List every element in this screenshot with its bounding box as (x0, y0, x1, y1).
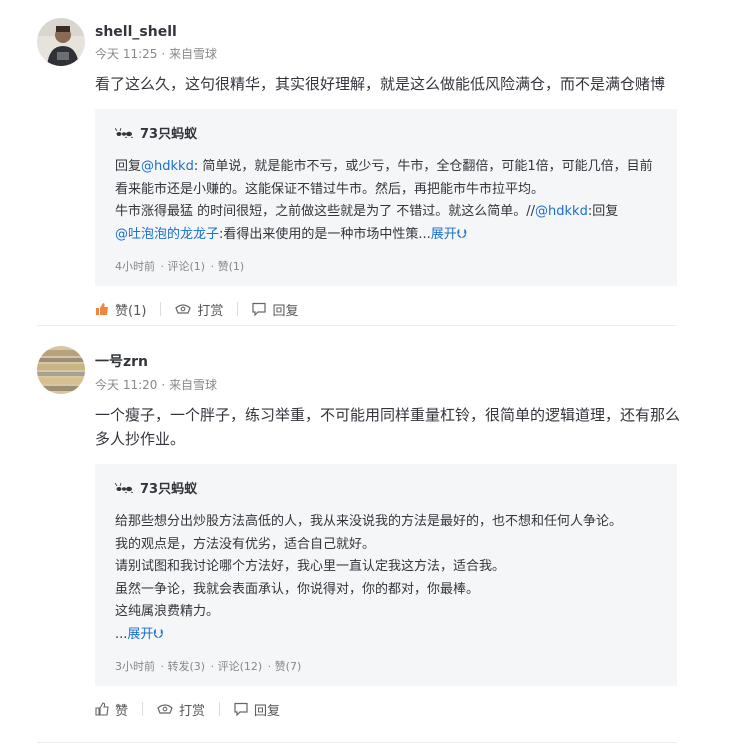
post-actions: 赞(1) 打赏 回复 (95, 299, 740, 319)
quote-reposts[interactable]: · 转发(3) (161, 660, 206, 673)
quote-body: 回复@hdkkd: 简单说，就是能市不亏，或少亏，牛市，全仓翻倍，可能1倍，可能… (115, 156, 655, 246)
post-time: 今天 11:20 (95, 378, 158, 392)
post-2: 一号zrn 今天 11:20 · 来自雪球 一个瘦子，一个胖子，练习举重，不可能用… (0, 343, 740, 719)
expand-link[interactable]: 展开⮋ (431, 227, 467, 242)
expand-label: 展开 (430, 226, 457, 242)
expand-label: 展开 (127, 626, 154, 642)
mention-link[interactable]: @吐泡泡的龙龙子 (115, 227, 219, 242)
divider (219, 702, 221, 716)
quoted-post[interactable]: 73只蚂蚁 回复@hdkkd: 简单说，就是能市不亏，或少亏，牛市，全仓翻倍，可… (95, 109, 677, 286)
reward-button[interactable]: 打赏 (157, 700, 205, 719)
thumbs-up-icon (96, 303, 108, 315)
post-meta: 今天 11:25 · 来自雪球 (95, 45, 740, 62)
ellipsis: ... (115, 626, 128, 642)
quote-likes[interactable]: · 赞(1) (211, 260, 245, 273)
quote-likes[interactable]: · 赞(7) (268, 660, 302, 673)
quote-comments[interactable]: · 评论(12) (211, 660, 263, 673)
post-1: shell_shell 今天 11:25 · 来自雪球 看了这么久，这句很精华，其… (0, 16, 740, 319)
quote-comments[interactable]: · 评论(1) (161, 260, 206, 273)
quote-text: :回复 (587, 204, 619, 219)
reward-label: 打赏 (197, 303, 224, 319)
reply-label: 回复 (272, 303, 299, 319)
quote-text: 牛市涨得最猛 的时间很短，之前做这些就是为了 不错过。就这么简单。// (115, 204, 536, 219)
quote-paragraph: 请别试图和我讨论哪个方法好，我心里一直认定我这方法，适合我。 (115, 559, 506, 574)
post-time: 今天 11:25 (95, 47, 158, 61)
quote-author[interactable]: 73只蚂蚁 (140, 123, 197, 142)
divider (237, 302, 239, 316)
post-actions: 赞 打赏 回复 (95, 699, 740, 719)
expand-link[interactable]: 展开⮋ (127, 627, 163, 642)
avatar[interactable] (37, 18, 85, 66)
like-label: 赞 (115, 703, 129, 719)
post-meta: 今天 11:20 · 来自雪球 (95, 376, 740, 393)
reward-label: 打赏 (179, 703, 206, 719)
reward-icon (175, 304, 192, 314)
like-button[interactable]: 赞(1) (95, 300, 146, 319)
quote-paragraph: 虽然一争论，我就会表面承认，你说得对，你的都对，你最棒。 (115, 581, 480, 597)
ant-avatar-icon (115, 482, 133, 493)
ant-avatar-icon (115, 127, 133, 138)
post-source: · 来自雪球 (161, 378, 218, 392)
quote-header: 73只蚂蚁 (115, 123, 677, 142)
quoted-post[interactable]: 73只蚂蚁 给那些想分出炒股方法高低的人，我从来没说我的方法是最好的，也不想和任… (95, 464, 677, 686)
post-content: 看了这么久，这句很精华，其实很好理解，就是这么做能低风险满仓，而不是满仓赌博 (95, 75, 666, 93)
divider (142, 702, 144, 716)
quote-body: 给那些想分出炒股方法高低的人，我从来没说我的方法是最好的，也不想和任何人争论。 … (115, 511, 655, 646)
post-divider (37, 742, 677, 743)
post-divider (37, 325, 677, 326)
quote-paragraph: 给那些想分出炒股方法高低的人，我从来没说我的方法是最好的，也不想和任何人争论。 (115, 514, 623, 529)
comment-icon (234, 702, 248, 716)
username[interactable]: 一号zrn (95, 343, 740, 371)
like-button[interactable]: 赞 (95, 700, 128, 719)
reply-button[interactable]: 回复 (252, 300, 298, 319)
like-label: 赞(1) (115, 303, 147, 319)
comment-icon (252, 302, 267, 316)
reward-icon (157, 704, 173, 714)
quote-meta: 3小时前 · 转发(3) · 评论(12) · 赞(7) (115, 658, 677, 674)
quote-header: 73只蚂蚁 (115, 478, 677, 497)
quote-paragraph: 这纯属浪费精力。 (115, 604, 220, 619)
quote-meta: 4小时前 · 评论(1) · 赞(1) (115, 258, 677, 274)
mention-link[interactable]: @hdkkd (535, 204, 588, 219)
username[interactable]: shell_shell (95, 16, 740, 40)
post-source: · 来自雪球 (161, 47, 218, 61)
quote-author[interactable]: 73只蚂蚁 (140, 478, 197, 497)
quote-time: 3小时前 (115, 660, 155, 673)
avatar[interactable] (37, 346, 85, 394)
reply-label: 回复 (254, 703, 281, 719)
quote-text: : 简单说，就是能市不亏，或少亏，牛市，全仓翻倍，可能1倍，可能几倍，目前看来能… (115, 159, 653, 197)
post-content: 一个瘦子，一个胖子，练习举重，不可能用同样重量杠铃，很简单的逻辑道理，还有那么多… (95, 406, 681, 448)
mention-link[interactable]: @hdkkd (141, 159, 194, 174)
quote-time: 4小时前 (115, 260, 155, 273)
thumbs-up-icon (95, 702, 109, 716)
quote-paragraph: 我的观点是，方法没有优劣，适合自己就好。 (115, 536, 376, 552)
reward-button[interactable]: 打赏 (175, 300, 223, 319)
quote-text: 回复 (115, 159, 142, 174)
reply-button[interactable]: 回复 (234, 700, 280, 719)
chevron-down-icon: ⮋ (456, 226, 467, 242)
quote-text: :看得出来使用的是一种市场中性策... (219, 226, 431, 242)
quote-expand-row: ...展开⮋ (115, 624, 655, 647)
divider (160, 302, 162, 316)
chevron-down-icon: ⮋ (153, 626, 164, 642)
